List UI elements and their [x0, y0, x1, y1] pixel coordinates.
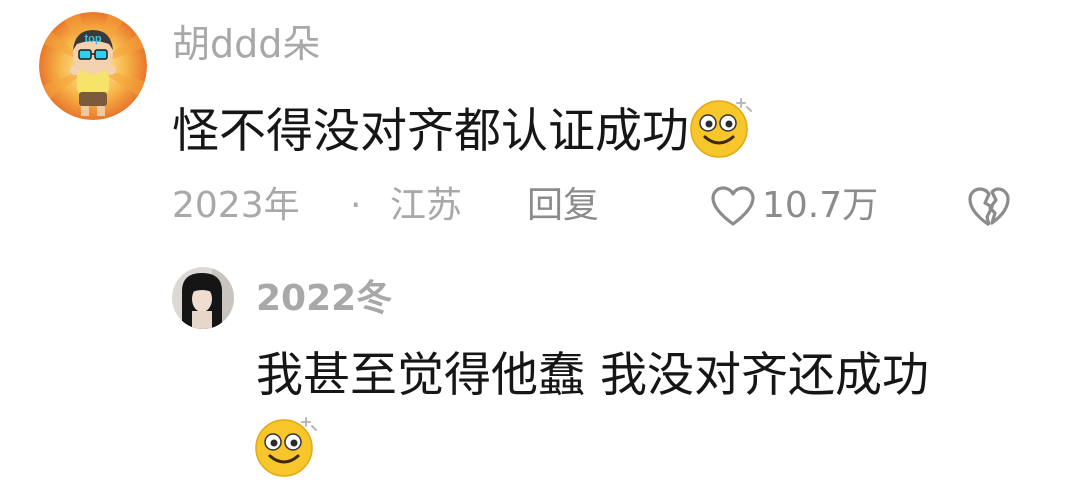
reply-text: 我甚至觉得他蠢 我没对齐还成功 — [256, 348, 929, 403]
meta-separator: · — [350, 185, 362, 226]
dislike-button[interactable] — [967, 185, 1011, 229]
dizzy-smile-emoji-icon — [254, 412, 320, 478]
like-count: 10.7万 — [762, 185, 879, 226]
like-button[interactable]: 10.7万 — [710, 180, 878, 232]
avatar[interactable]: top — [39, 12, 147, 120]
dizzy-smile-emoji-icon — [689, 93, 755, 159]
avatar-text: top — [84, 33, 101, 45]
reply-button[interactable]: 回复 — [527, 180, 599, 232]
comment-time: 2023年 — [172, 185, 300, 226]
heart-icon — [711, 186, 755, 226]
comment-meta: 2023年 · 江苏 回复 10.7万 — [172, 180, 1032, 232]
comment-text-content: 怪不得没对齐都认证成功 — [172, 103, 689, 159]
reply-avatar[interactable] — [172, 267, 234, 329]
comment-text: 怪不得没对齐都认证成功 — [172, 93, 755, 159]
broken-heart-icon — [968, 187, 1010, 227]
username[interactable]: 胡ddd朵 — [172, 18, 320, 70]
reply-username[interactable]: 2022冬 — [256, 274, 392, 324]
comment-location: 江苏 — [390, 185, 463, 226]
